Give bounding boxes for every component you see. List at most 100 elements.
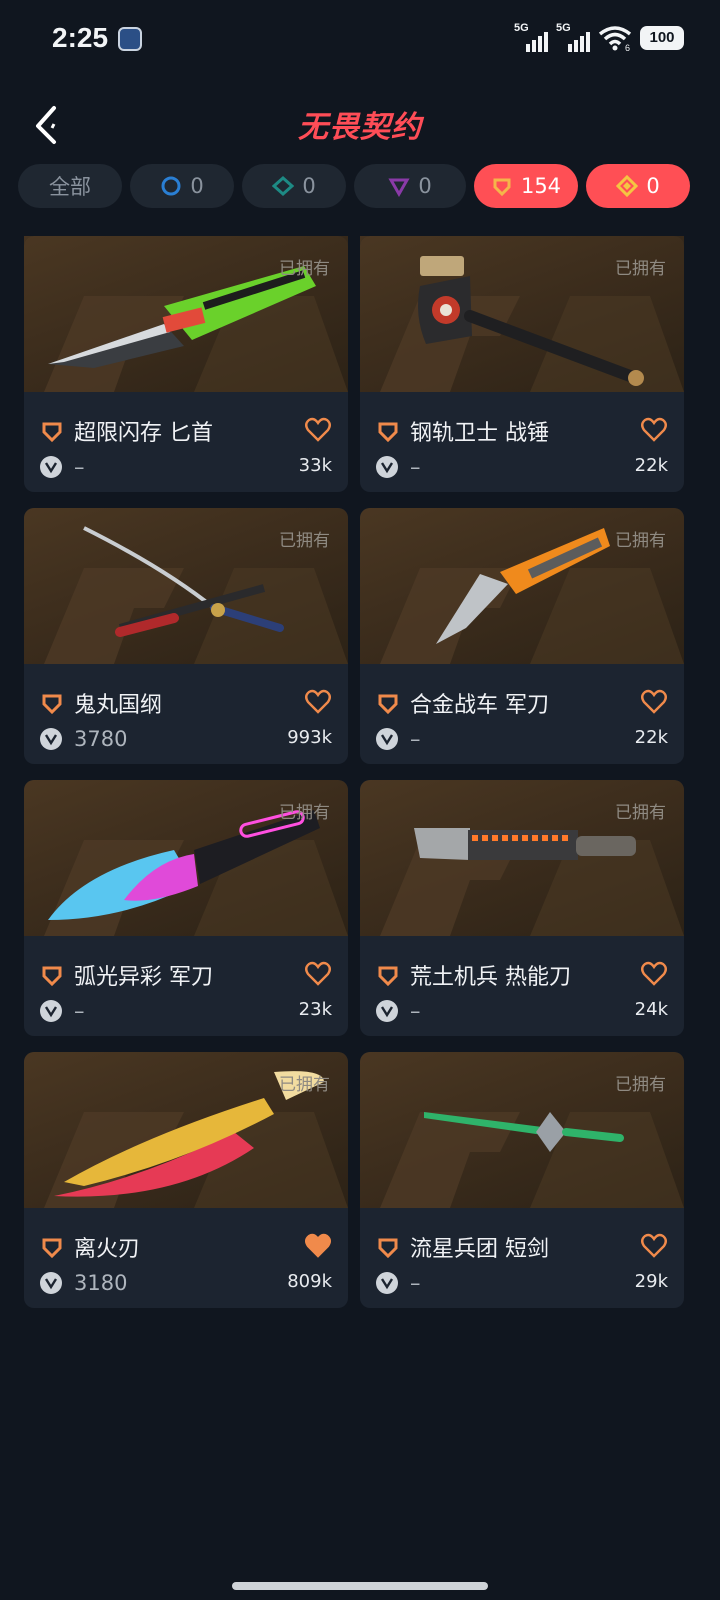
price-row: – — [376, 996, 421, 1026]
valorant-point-icon — [376, 1272, 398, 1294]
filter-count: 0 — [190, 174, 204, 198]
skin-name: 超限闪存 匕首 — [74, 421, 213, 446]
skin-price: – — [410, 999, 421, 1023]
valorant-point-icon — [40, 728, 62, 750]
valorant-point-icon — [376, 1000, 398, 1022]
skin-card[interactable]: 已拥有 超限闪存 匕首 – 33k — [24, 236, 348, 492]
owned-label: 已拥有 — [279, 1075, 330, 1095]
heart-icon[interactable] — [640, 688, 668, 716]
price-row: – — [376, 1268, 421, 1298]
skin-image: 已拥有 — [24, 508, 348, 664]
skin-card[interactable]: 已拥有弧光异彩 军刀 – 23k — [24, 780, 348, 1036]
price-row: – — [40, 452, 85, 482]
header: 无畏契约 — [0, 90, 720, 156]
owned-label: 已拥有 — [279, 531, 330, 551]
owned-label: 已拥有 — [615, 803, 666, 823]
filter-count: 0 — [302, 174, 316, 198]
status-bar: 2:25 5G 5G 6 100 — [0, 0, 720, 80]
heart-icon[interactable] — [304, 960, 332, 988]
skin-price: – — [410, 727, 421, 751]
skin-name-row: 离火刃 — [40, 1230, 332, 1264]
skin-name-row: 超限闪存 匕首 — [40, 414, 332, 448]
circle-tier-icon — [161, 176, 181, 196]
owned-label: 已拥有 — [615, 531, 666, 551]
skin-card[interactable]: 已拥有流星兵团 短剑 – 29k — [360, 1052, 684, 1308]
pentagon-tier-icon — [42, 422, 62, 443]
status-time: 2:25 — [52, 22, 109, 53]
filter-tier-select[interactable]: 0 — [130, 164, 234, 208]
skin-name: 离火刃 — [74, 1237, 141, 1262]
skin-name-row: 鬼丸国纲 — [40, 686, 332, 720]
skin-name: 合金战车 军刀 — [410, 693, 549, 718]
like-count: 809k — [287, 1271, 332, 1292]
skin-card[interactable]: 已拥有 合金战车 军刀 – 22k — [360, 508, 684, 764]
status-icons: 5G 5G 6 100 — [514, 22, 684, 52]
owned-label: 已拥有 — [615, 259, 666, 279]
valorant-point-icon — [376, 728, 398, 750]
valorant-point-icon — [40, 1272, 62, 1294]
filter-tier-exclusive[interactable]: 154 — [474, 164, 578, 208]
skin-grid: 剥皮小刀25801030k超能偶像 应援棒–38k已拥有超限闪存 匕首–33k已… — [24, 236, 696, 1526]
owned-label: 已拥有 — [279, 259, 330, 279]
tier-filter-bar: 全部 0 0 0 154 0 — [18, 164, 702, 208]
skin-image: 已拥有 — [360, 1052, 684, 1208]
pentagon-tier-icon — [493, 178, 511, 197]
like-count: 29k — [634, 1271, 668, 1292]
heart-icon[interactable] — [304, 688, 332, 716]
battery-indicator: 100 — [640, 26, 684, 50]
page-title: 无畏契约 — [298, 110, 422, 145]
skin-price: – — [74, 455, 85, 479]
pentagon-tier-icon — [42, 694, 62, 715]
heart-icon[interactable] — [640, 960, 668, 988]
skin-name-row: 荒土机兵 热能刀 — [376, 958, 668, 992]
like-count: 993k — [287, 727, 332, 748]
owned-label: 已拥有 — [615, 1075, 666, 1095]
like-count: 22k — [634, 455, 668, 476]
skin-name: 钢轨卫士 战锤 — [410, 421, 549, 446]
skin-card[interactable]: 已拥有离火刃 3180 809k — [24, 1052, 348, 1308]
skin-image: 已拥有 — [360, 780, 684, 936]
skin-name: 荒土机兵 热能刀 — [410, 965, 571, 990]
filter-all[interactable]: 全部 — [18, 164, 122, 208]
pentagon-tier-icon — [42, 1238, 62, 1259]
wifi-icon: 6 — [598, 26, 632, 52]
skin-card[interactable]: 已拥有钢轨卫士 战锤 – 22k — [360, 236, 684, 492]
app-notification-icon — [118, 27, 142, 51]
price-row: 3180 — [40, 1268, 127, 1298]
valorant-point-icon — [40, 1000, 62, 1022]
filter-count: 0 — [646, 174, 660, 198]
skin-name-row: 弧光异彩 军刀 — [40, 958, 332, 992]
skin-name: 鬼丸国纲 — [74, 693, 163, 718]
triangle-tier-icon — [388, 178, 410, 197]
filter-label: 全部 — [49, 175, 91, 199]
price-row: – — [40, 996, 85, 1026]
pentagon-tier-icon — [378, 966, 398, 987]
like-count: 23k — [298, 999, 332, 1020]
pentagon-tier-icon — [42, 966, 62, 987]
cellular-signal-icon: 5G — [514, 22, 548, 52]
filter-tier-deluxe[interactable]: 0 — [242, 164, 346, 208]
heart-icon[interactable] — [640, 416, 668, 444]
heart-icon[interactable] — [304, 1232, 332, 1260]
skin-card[interactable]: 已拥有鬼丸国纲 3780 993k — [24, 508, 348, 764]
valorant-point-icon — [376, 456, 398, 478]
skin-price: 3180 — [74, 1271, 128, 1295]
price-row: 3780 — [40, 724, 127, 754]
skin-price: – — [410, 455, 421, 479]
owned-label: 已拥有 — [279, 803, 330, 823]
wifi-badge: 6 — [625, 43, 630, 52]
pentagon-tier-icon — [378, 422, 398, 443]
like-count: 24k — [634, 999, 668, 1020]
heart-icon[interactable] — [640, 1232, 668, 1260]
filter-count: 0 — [418, 174, 432, 198]
skin-card[interactable]: 已拥有荒土机兵 热能刀 – 24k — [360, 780, 684, 1036]
home-indicator[interactable] — [232, 1582, 488, 1590]
pentagon-tier-icon — [378, 694, 398, 715]
skin-name-row: 钢轨卫士 战锤 — [376, 414, 668, 448]
heart-icon[interactable] — [304, 416, 332, 444]
filter-tier-premium[interactable]: 0 — [354, 164, 466, 208]
price-row: – — [376, 452, 421, 482]
skin-name: 流星兵团 短剑 — [410, 1237, 549, 1262]
filter-tier-ultra[interactable]: 0 — [586, 164, 690, 208]
skin-price: – — [410, 1271, 421, 1295]
